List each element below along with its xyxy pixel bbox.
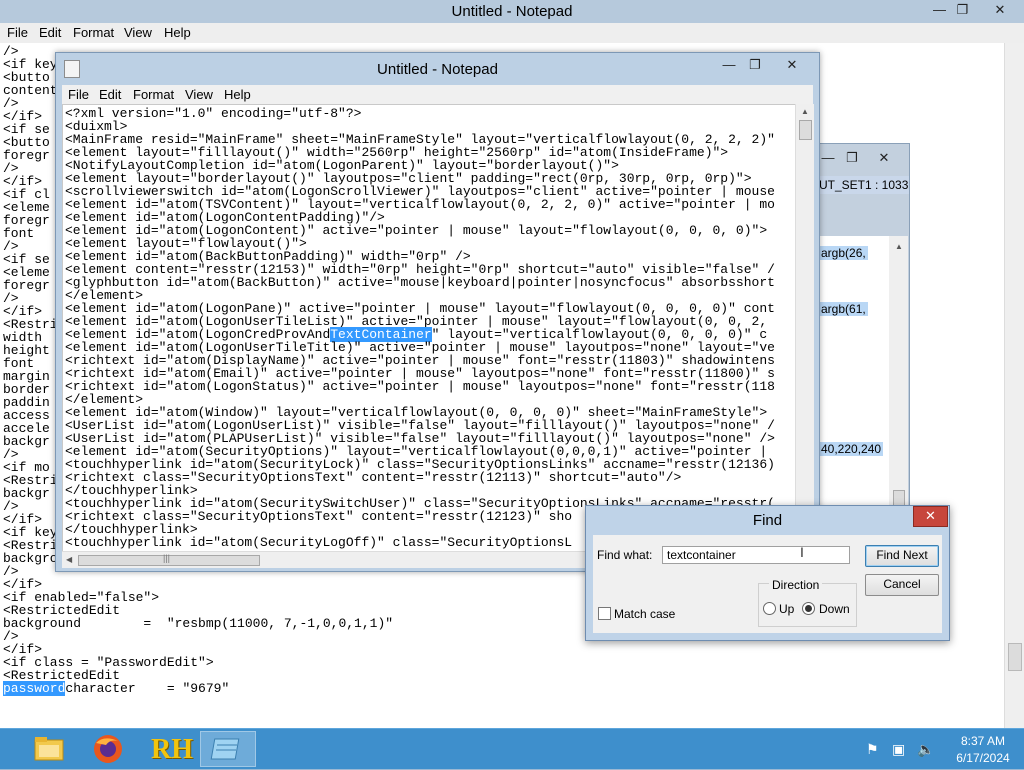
- find-dialog-body: Find what: I Find Next Cancel Direction …: [593, 535, 942, 633]
- taskbar-resource-hacker[interactable]: RH: [140, 731, 196, 767]
- window-title: Untitled - Notepad: [377, 61, 498, 78]
- folder-icon: [34, 737, 64, 761]
- minimize-button[interactable]: —: [716, 55, 742, 75]
- menu-help[interactable]: Help: [224, 87, 251, 102]
- resource-editor-window[interactable]: — ❐ ✕ UT_SET1 : 1033 argb(26, argb(61, 4…: [816, 143, 910, 527]
- ibeam-cursor-icon: I: [800, 544, 804, 560]
- menu-view[interactable]: View: [124, 25, 152, 40]
- system-tray: ⚑ ▣ 🔈: [862, 739, 942, 759]
- find-close-button[interactable]: ✕: [913, 506, 948, 527]
- direction-down-radio[interactable]: [802, 602, 815, 615]
- text-line: <?xml version="1.0" encoding="utf-8"?>: [65, 106, 362, 121]
- text-line: <richtext id="atom(LogonStatus)" active=…: [65, 379, 775, 394]
- find-dialog-title: Find: [752, 512, 783, 529]
- direction-label: Direction: [769, 578, 823, 592]
- cancel-button[interactable]: Cancel: [865, 574, 939, 596]
- notepad-window[interactable]: Untitled - Notepad — ❐ ✕ File Edit Forma…: [55, 52, 820, 572]
- volume-muted-icon[interactable]: 🔈: [917, 741, 934, 758]
- scroll-up-arrow-icon[interactable]: ▲: [801, 107, 809, 116]
- menu-file[interactable]: File: [68, 87, 89, 102]
- menu-file[interactable]: File: [7, 25, 28, 40]
- scrollbar-thumb[interactable]: [1008, 643, 1022, 671]
- rh-logo: RH: [151, 734, 193, 765]
- firefox-icon: [94, 735, 122, 763]
- resource-content[interactable]: argb(26, argb(61, 40,220,240: [817, 236, 889, 526]
- resource-vertical-scrollbar[interactable]: ▲: [889, 236, 908, 526]
- direction-up-radio[interactable]: [763, 602, 776, 615]
- action-center-flag-icon[interactable]: ⚑: [866, 741, 879, 758]
- maximize-button[interactable]: ❐: [742, 55, 768, 75]
- direction-down-label[interactable]: Down: [819, 602, 850, 616]
- text-line: />: [3, 629, 19, 644]
- text-line: passwordcharacter = "9679": [3, 681, 393, 696]
- grip-icon: |||: [163, 553, 171, 563]
- menu-format[interactable]: Format: [73, 25, 114, 40]
- scrollbar-thumb[interactable]: |||: [78, 553, 260, 566]
- close-button[interactable]: ✕: [982, 0, 1018, 20]
- close-button[interactable]: ✕: [871, 148, 897, 168]
- direction-up-label[interactable]: Up: [779, 602, 794, 616]
- menu-view[interactable]: View: [185, 87, 213, 102]
- background-vertical-scrollbar[interactable]: [1004, 43, 1024, 728]
- taskbar-firefox[interactable]: [80, 731, 136, 767]
- background-notepad-titlebar[interactable]: Untitled - Notepad — ❐ ✕: [0, 0, 1024, 23]
- resource-label: UT_SET1 : 1033: [817, 176, 909, 194]
- background-menu-bar: File Edit Format View Help: [0, 23, 1024, 44]
- text-line: background = "resbmp(11000, 7,-1,0,0,1,1…: [3, 616, 394, 631]
- find-what-input[interactable]: [662, 546, 850, 564]
- menu-edit[interactable]: Edit: [99, 87, 121, 102]
- resource-line: argb(61,: [819, 302, 868, 316]
- scrollbar-thumb[interactable]: [799, 120, 812, 140]
- restore-button[interactable]: ❐: [839, 148, 865, 168]
- restore-button[interactable]: ❐: [947, 0, 978, 20]
- text-lines: <?xml version="1.0" encoding="utf-8"?> <d…: [65, 107, 775, 549]
- menu-bar: File Edit Format View Help: [62, 85, 813, 104]
- text-line: <glyphbutton id="atom(BackButton)" activ…: [65, 275, 775, 290]
- window-title: Untitled - Notepad: [451, 3, 573, 20]
- clock-date[interactable]: 6/17/2024: [948, 751, 1018, 765]
- scroll-left-arrow-icon[interactable]: ◀: [66, 555, 72, 564]
- find-dialog[interactable]: Find ✕ Find what: I Find Next Cancel Dir…: [585, 505, 950, 641]
- close-button[interactable]: ✕: [774, 55, 810, 75]
- find-what-label: Find what:: [597, 548, 653, 562]
- notepad-icon: [210, 738, 240, 760]
- taskbar-notepad[interactable]: [200, 731, 256, 767]
- resource-line: 40,220,240: [819, 442, 884, 456]
- resource-editor-titlebar[interactable]: — ❐ ✕: [817, 144, 909, 168]
- text-editor-area[interactable]: <?xml version="1.0" encoding="utf-8"?> <d…: [62, 104, 797, 553]
- selected-text: password: [3, 681, 66, 696]
- resource-name: UT_SET1 : 1033: [819, 178, 909, 192]
- menu-help[interactable]: Help: [164, 25, 191, 40]
- minimize-button[interactable]: —: [817, 148, 839, 168]
- taskbar: RH ⚑ ▣ 🔈 8:37 AM 6/17/2024: [0, 728, 1024, 769]
- match-case-checkbox[interactable]: [598, 607, 611, 620]
- scroll-up-arrow-icon[interactable]: ▲: [895, 242, 903, 251]
- clock-time[interactable]: 8:37 AM: [948, 734, 1018, 748]
- find-next-button[interactable]: Find Next: [865, 545, 939, 567]
- text-fragment: character = "9679": [65, 681, 230, 696]
- network-icon[interactable]: ▣: [892, 741, 905, 758]
- resource-line: argb(26,: [819, 246, 868, 260]
- taskbar-file-explorer[interactable]: [21, 731, 77, 767]
- vertical-scrollbar[interactable]: ▲: [795, 104, 814, 551]
- menu-edit[interactable]: Edit: [39, 25, 61, 40]
- match-case-label[interactable]: Match case: [614, 607, 675, 621]
- menu-format[interactable]: Format: [133, 87, 174, 102]
